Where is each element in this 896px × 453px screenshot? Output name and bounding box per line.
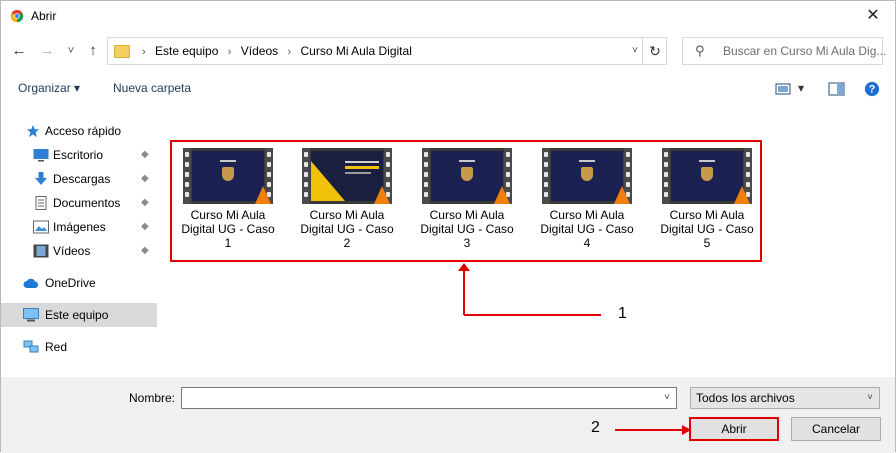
sidebar-item-label: Red [45,340,68,354]
open-button[interactable]: Abrir [689,417,779,441]
sidebar-item-descargas[interactable]: Descargas ◆ [1,167,157,191]
help-icon[interactable]: ? [863,81,881,97]
file-name-input[interactable]: ˅ [181,387,677,409]
navigation-pane: Acceso rápido Escritorio ◆ Descargas ◆ D… [1,113,157,375]
video-thumbnail [183,148,273,204]
close-button[interactable]: ✕ [851,1,895,31]
desktop-icon [33,149,49,162]
file-type-value: Todos los archivos [696,391,795,405]
annotation-label-2: 2 [591,419,600,436]
annotation-arrow-2 [615,425,691,435]
address-bar[interactable]: › Este equipo › Vídeos › Curso Mi Aula D… [107,37,667,65]
document-icon [35,196,47,210]
vlc-icon [255,186,271,204]
sidebar-item-documentos[interactable]: Documentos ◆ [1,191,157,215]
computer-icon [23,308,39,322]
file-name: Curso Mi Aula Digital UG - Caso 4 [540,208,634,250]
sidebar-item-label: Este equipo [45,308,109,322]
file-item[interactable]: Curso Mi Aula Digital UG - Caso 2 [292,146,402,258]
sidebar-item-onedrive[interactable]: OneDrive [1,271,157,295]
file-item[interactable]: Curso Mi Aula Digital UG - Caso 1 [173,146,283,258]
footer-panel: Nombre: ˅ Todos los archivos ˅ 2 Abrir C… [1,377,895,453]
sidebar-item-acceso-rapido[interactable]: Acceso rápido [1,119,157,143]
sidebar-item-imagenes[interactable]: Imágenes ◆ [1,215,157,239]
sidebar-item-label: Acceso rápido [45,124,122,138]
organize-button[interactable]: Organizar ▾ [18,81,80,95]
forward-button[interactable]: → [37,41,57,61]
recent-locations-button[interactable]: ˅ [61,41,81,61]
sidebar-item-label: Documentos [53,196,121,210]
title-bar: Abrir ✕ [1,1,895,31]
pin-icon: ◆ [141,197,149,208]
preview-pane-icon[interactable] [828,81,846,97]
cancel-button[interactable]: Cancelar [791,417,881,441]
cloud-icon [23,278,39,288]
annotation-arrow-1 [458,263,601,316]
file-name-label: Nombre: [129,391,176,405]
image-icon [33,220,49,234]
download-icon [35,172,47,185]
sidebar-item-este-equipo[interactable]: Este equipo [1,303,157,327]
search-box[interactable]: ⚲ Buscar en Curso Mi Aula Dig... [682,37,886,65]
chevron-right-icon: › [142,46,146,58]
sidebar-item-label: OneDrive [45,276,96,290]
video-thumbnail [302,148,392,204]
window-title: Abrir [31,9,57,23]
vlc-icon [614,186,630,204]
chevron-right-icon[interactable]: › [287,39,291,65]
refresh-button[interactable]: ↻ [642,38,667,64]
video-thumbnail [422,148,512,204]
breadcrumb-este-equipo[interactable]: Este equipo [155,38,218,64]
file-name: Curso Mi Aula Digital UG - Caso 2 [300,208,394,250]
sidebar-item-label: Escritorio [53,148,104,162]
file-item[interactable]: Curso Mi Aula Digital UG - Caso 3 [412,146,522,258]
pin-icon: ◆ [141,221,149,232]
search-input[interactable]: Buscar en Curso Mi Aula Dig... [723,38,886,64]
sidebar-item-videos[interactable]: Vídeos ◆ [1,239,157,263]
star-icon [26,124,40,138]
breadcrumb: › Este equipo › Vídeos › Curso Mi Aula D… [136,38,412,64]
chevron-down-icon[interactable]: ˅ [658,388,676,408]
vlc-icon [734,186,750,204]
sidebar-item-escritorio[interactable]: Escritorio ◆ [1,143,157,167]
address-dropdown-button[interactable]: ˅ [628,38,642,64]
breadcrumb-curso-mi-aula-digital[interactable]: Curso Mi Aula Digital [300,38,411,64]
view-options-icon[interactable] [775,81,793,97]
svg-text:?: ? [869,84,876,96]
view-dropdown-button[interactable]: ▾ [798,81,804,95]
chrome-icon [10,9,24,23]
sidebar-item-label: Descargas [53,172,111,186]
sidebar-item-label: Imágenes [53,220,106,234]
breadcrumb-videos[interactable]: Vídeos [241,38,278,64]
video-icon [33,244,49,258]
file-name: Curso Mi Aula Digital UG - Caso 5 [660,208,754,250]
vlc-icon [374,186,390,204]
command-bar: Organizar ▾ Nueva carpeta ▾ ? [1,73,895,105]
pin-icon: ◆ [141,245,149,256]
network-icon [23,340,39,353]
up-button[interactable]: ↑ [83,41,103,61]
file-name: Curso Mi Aula Digital UG - Caso 1 [181,208,275,250]
file-type-select[interactable]: Todos los archivos ˅ [690,387,880,409]
file-name: Curso Mi Aula Digital UG - Caso 3 [420,208,514,250]
search-icon: ⚲ [695,43,705,58]
annotation-label-1: 1 [618,305,627,322]
video-thumbnail [542,148,632,204]
folder-icon [114,45,130,58]
back-button[interactable]: ← [9,41,29,61]
sidebar-item-red[interactable]: Red [1,335,157,359]
file-item[interactable]: Curso Mi Aula Digital UG - Caso 4 [532,146,642,258]
vlc-icon [494,186,510,204]
open-file-dialog: Abrir ✕ ← → ˅ ↑ › Este equipo › Vídeos ›… [0,0,896,453]
sidebar-item-label: Vídeos [53,244,91,258]
chevron-down-icon: ˅ [867,392,873,403]
chevron-right-icon[interactable]: › [228,39,232,65]
video-thumbnail [662,148,752,204]
pin-icon: ◆ [141,173,149,184]
file-list: Curso Mi Aula Digital UG - Caso 1 Curso Mi… [161,113,895,375]
new-folder-button[interactable]: Nueva carpeta [113,81,191,95]
file-item[interactable]: Curso Mi Aula Digital UG - Caso 5 [652,146,762,258]
address-row: ← → ˅ ↑ › Este equipo › Vídeos › Curso M… [1,33,895,69]
pin-icon: ◆ [141,149,149,160]
